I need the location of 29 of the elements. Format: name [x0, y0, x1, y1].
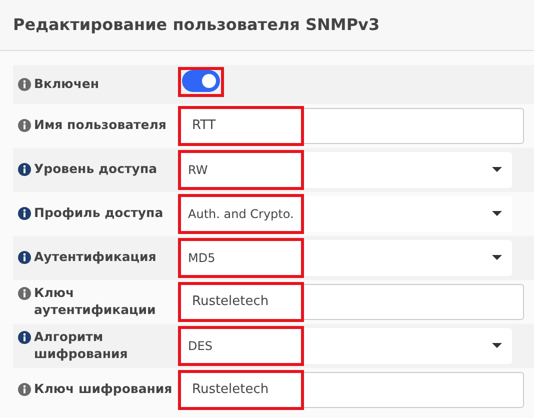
- field-label: Уровень доступа: [34, 161, 158, 178]
- field-label: Ключ аутентификации: [34, 284, 157, 318]
- info-icon[interactable]: [18, 163, 31, 176]
- caret-icon: [492, 255, 502, 260]
- info-icon[interactable]: [18, 78, 31, 91]
- dropdown[interactable]: DES: [178, 328, 512, 364]
- field-label: Ключ шифрования: [34, 381, 172, 398]
- caret-icon: [492, 211, 502, 216]
- info-icon[interactable]: [18, 119, 31, 132]
- field-label: Алгоритм шифрования: [34, 328, 129, 362]
- caret-icon: [492, 343, 502, 348]
- info-icon[interactable]: [18, 286, 31, 300]
- field-label: Имя пользователя: [34, 117, 166, 134]
- text-field[interactable]: Rusteletech: [178, 372, 524, 408]
- dropdown[interactable]: RW: [178, 152, 512, 188]
- page-title: Редактирование пользователя SNMPv3: [13, 15, 380, 35]
- dropdown[interactable]: MD5: [178, 240, 512, 276]
- field-label: Профиль доступа: [34, 205, 164, 222]
- text-field[interactable]: RTT: [178, 108, 524, 144]
- info-icon[interactable]: [18, 383, 31, 396]
- field-label: Аутентификация: [34, 249, 156, 266]
- info-icon[interactable]: [18, 207, 31, 220]
- dropdown[interactable]: Auth. and Crypto.: [178, 196, 512, 232]
- info-icon[interactable]: [18, 251, 31, 264]
- caret-icon: [492, 167, 502, 172]
- info-icon[interactable]: [18, 330, 31, 344]
- toggle-switch[interactable]: [182, 70, 220, 92]
- field-label: Включен: [34, 76, 100, 93]
- text-field[interactable]: Rusteletech: [178, 284, 524, 320]
